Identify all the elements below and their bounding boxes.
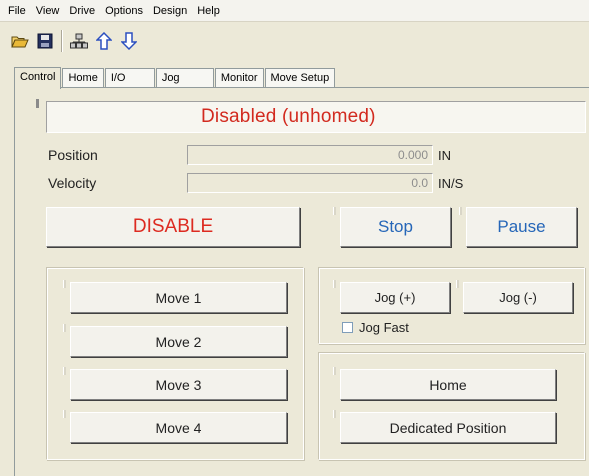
dedicated-position-led <box>333 410 336 418</box>
tab-move-setup[interactable]: Move Setup <box>264 68 336 88</box>
move-2-button[interactable]: Move 2 <box>70 326 287 357</box>
status-indicator-led <box>36 99 39 108</box>
stop-led <box>333 207 336 215</box>
move-3-led <box>63 367 66 375</box>
jog-fast-checkbox[interactable] <box>342 322 353 333</box>
move-2-led <box>63 324 66 332</box>
disable-button[interactable]: DISABLE <box>46 207 300 247</box>
status-text: Disabled (unhomed) <box>201 106 376 127</box>
dedicated-position-button[interactable]: Dedicated Position <box>340 412 556 443</box>
menu-file[interactable]: File <box>3 0 31 22</box>
tab-home[interactable]: Home <box>62 68 104 88</box>
open-folder-icon[interactable] <box>9 30 31 52</box>
network-drives-icon[interactable] <box>68 30 90 52</box>
velocity-label: Velocity <box>48 175 97 191</box>
menu-drive[interactable]: Drive <box>64 0 100 22</box>
position-label: Position <box>48 147 98 163</box>
upload-arrow-icon[interactable] <box>93 30 115 52</box>
move-4-led <box>63 410 66 418</box>
menu-design[interactable]: Design <box>148 0 192 22</box>
jog-fast-checkbox-row[interactable]: Jog Fast <box>342 320 409 335</box>
stop-button[interactable]: Stop <box>340 207 451 247</box>
jog-plus-button[interactable]: Jog (+) <box>340 282 450 313</box>
velocity-value: 0.0 <box>187 173 433 193</box>
jog-fast-label: Jog Fast <box>359 320 409 335</box>
move-4-button[interactable]: Move 4 <box>70 412 287 443</box>
tab-io[interactable]: I/O <box>104 68 155 88</box>
position-unit: IN <box>438 148 451 163</box>
move-1-button[interactable]: Move 1 <box>70 282 287 313</box>
menu-view[interactable]: View <box>31 0 65 22</box>
tab-monitor[interactable]: Monitor <box>214 68 264 88</box>
menu-bar: File View Drive Options Design Help <box>0 0 589 22</box>
home-button[interactable]: Home <box>340 369 556 400</box>
download-arrow-icon[interactable] <box>118 30 140 52</box>
pause-button[interactable]: Pause <box>466 207 577 247</box>
toolbar-separator <box>61 30 63 52</box>
position-value: 0.000 <box>187 145 433 165</box>
status-display: Disabled (unhomed) <box>46 101 586 133</box>
velocity-unit: IN/S <box>438 176 464 191</box>
home-led <box>333 367 336 375</box>
menu-options[interactable]: Options <box>100 0 148 22</box>
pause-led <box>459 207 462 215</box>
move-3-button[interactable]: Move 3 <box>70 369 287 400</box>
menu-help[interactable]: Help <box>192 0 225 22</box>
save-disk-icon[interactable] <box>34 30 56 52</box>
tab-control[interactable]: Control <box>14 67 62 89</box>
jog-minus-led <box>456 280 459 288</box>
move-1-led <box>63 280 66 288</box>
tab-strip: Control Home I/O Jog Monitor Move Setup <box>14 66 336 89</box>
jog-minus-button[interactable]: Jog (-) <box>463 282 573 313</box>
tab-jog[interactable]: Jog <box>155 68 214 88</box>
jog-plus-led <box>333 280 336 288</box>
toolbar <box>0 22 589 60</box>
